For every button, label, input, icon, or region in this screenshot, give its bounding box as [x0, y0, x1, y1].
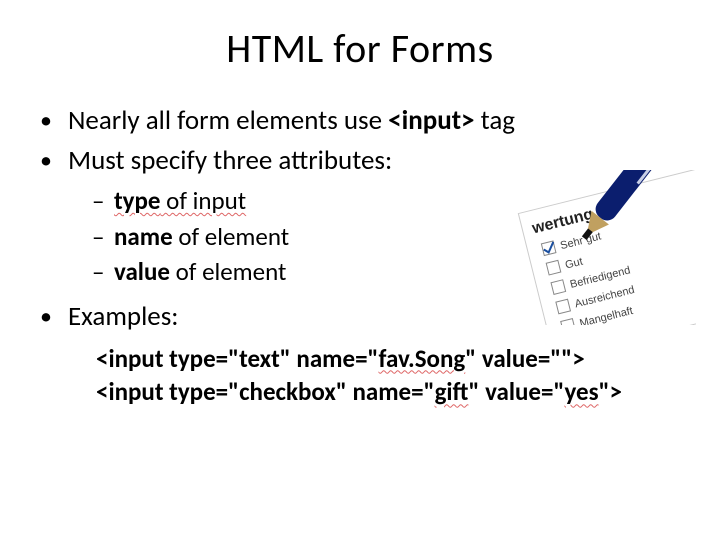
code-text: " value=""> [465, 343, 584, 374]
sub-bullet-type: type of input [30, 184, 690, 218]
bullet-attributes: Must specify three attributes: type of i… [30, 143, 690, 289]
code-text: "> [599, 376, 622, 407]
slide-title: HTML for Forms [30, 24, 690, 73]
text-bold: type [114, 185, 161, 216]
text-bold: name [114, 221, 173, 252]
text-bold: value [114, 256, 170, 287]
code-text: " value=" [468, 376, 564, 407]
code-text: yes [564, 376, 598, 407]
code-text: gift [435, 376, 469, 407]
code-examples: <input type="text" name="fav.Song" value… [96, 342, 690, 410]
sub-bullet-value: value of element [30, 255, 690, 289]
code-text: <input type="checkbox" name=" [96, 376, 435, 407]
bullet-examples: Examples: [30, 299, 690, 335]
bullet-list: Nearly all form elements use <input> tag… [30, 103, 690, 336]
text: of element [173, 221, 289, 252]
sub-bullet-list: type of input name of element value of e… [30, 184, 690, 289]
text: Must specify three attributes: [68, 144, 392, 177]
code-line-2: <input type="checkbox" name="gift" value… [96, 375, 690, 409]
slide: HTML for Forms Nearly all form elements … [0, 0, 720, 540]
sub-bullet-name: name of element [30, 220, 690, 254]
text: of element [170, 256, 286, 287]
text: Examples: [68, 300, 179, 333]
text: of input [161, 185, 247, 216]
code-line-1: <input type="text" name="fav.Song" value… [96, 342, 690, 376]
code-text: fav.Song [379, 343, 466, 374]
text: Nearly all form elements use [68, 104, 388, 137]
text-bold: <input> [388, 104, 474, 137]
text: tag [475, 104, 515, 137]
code-text: <input type="text" name=" [96, 343, 379, 374]
bullet-input-tag: Nearly all form elements use <input> tag [30, 103, 690, 139]
